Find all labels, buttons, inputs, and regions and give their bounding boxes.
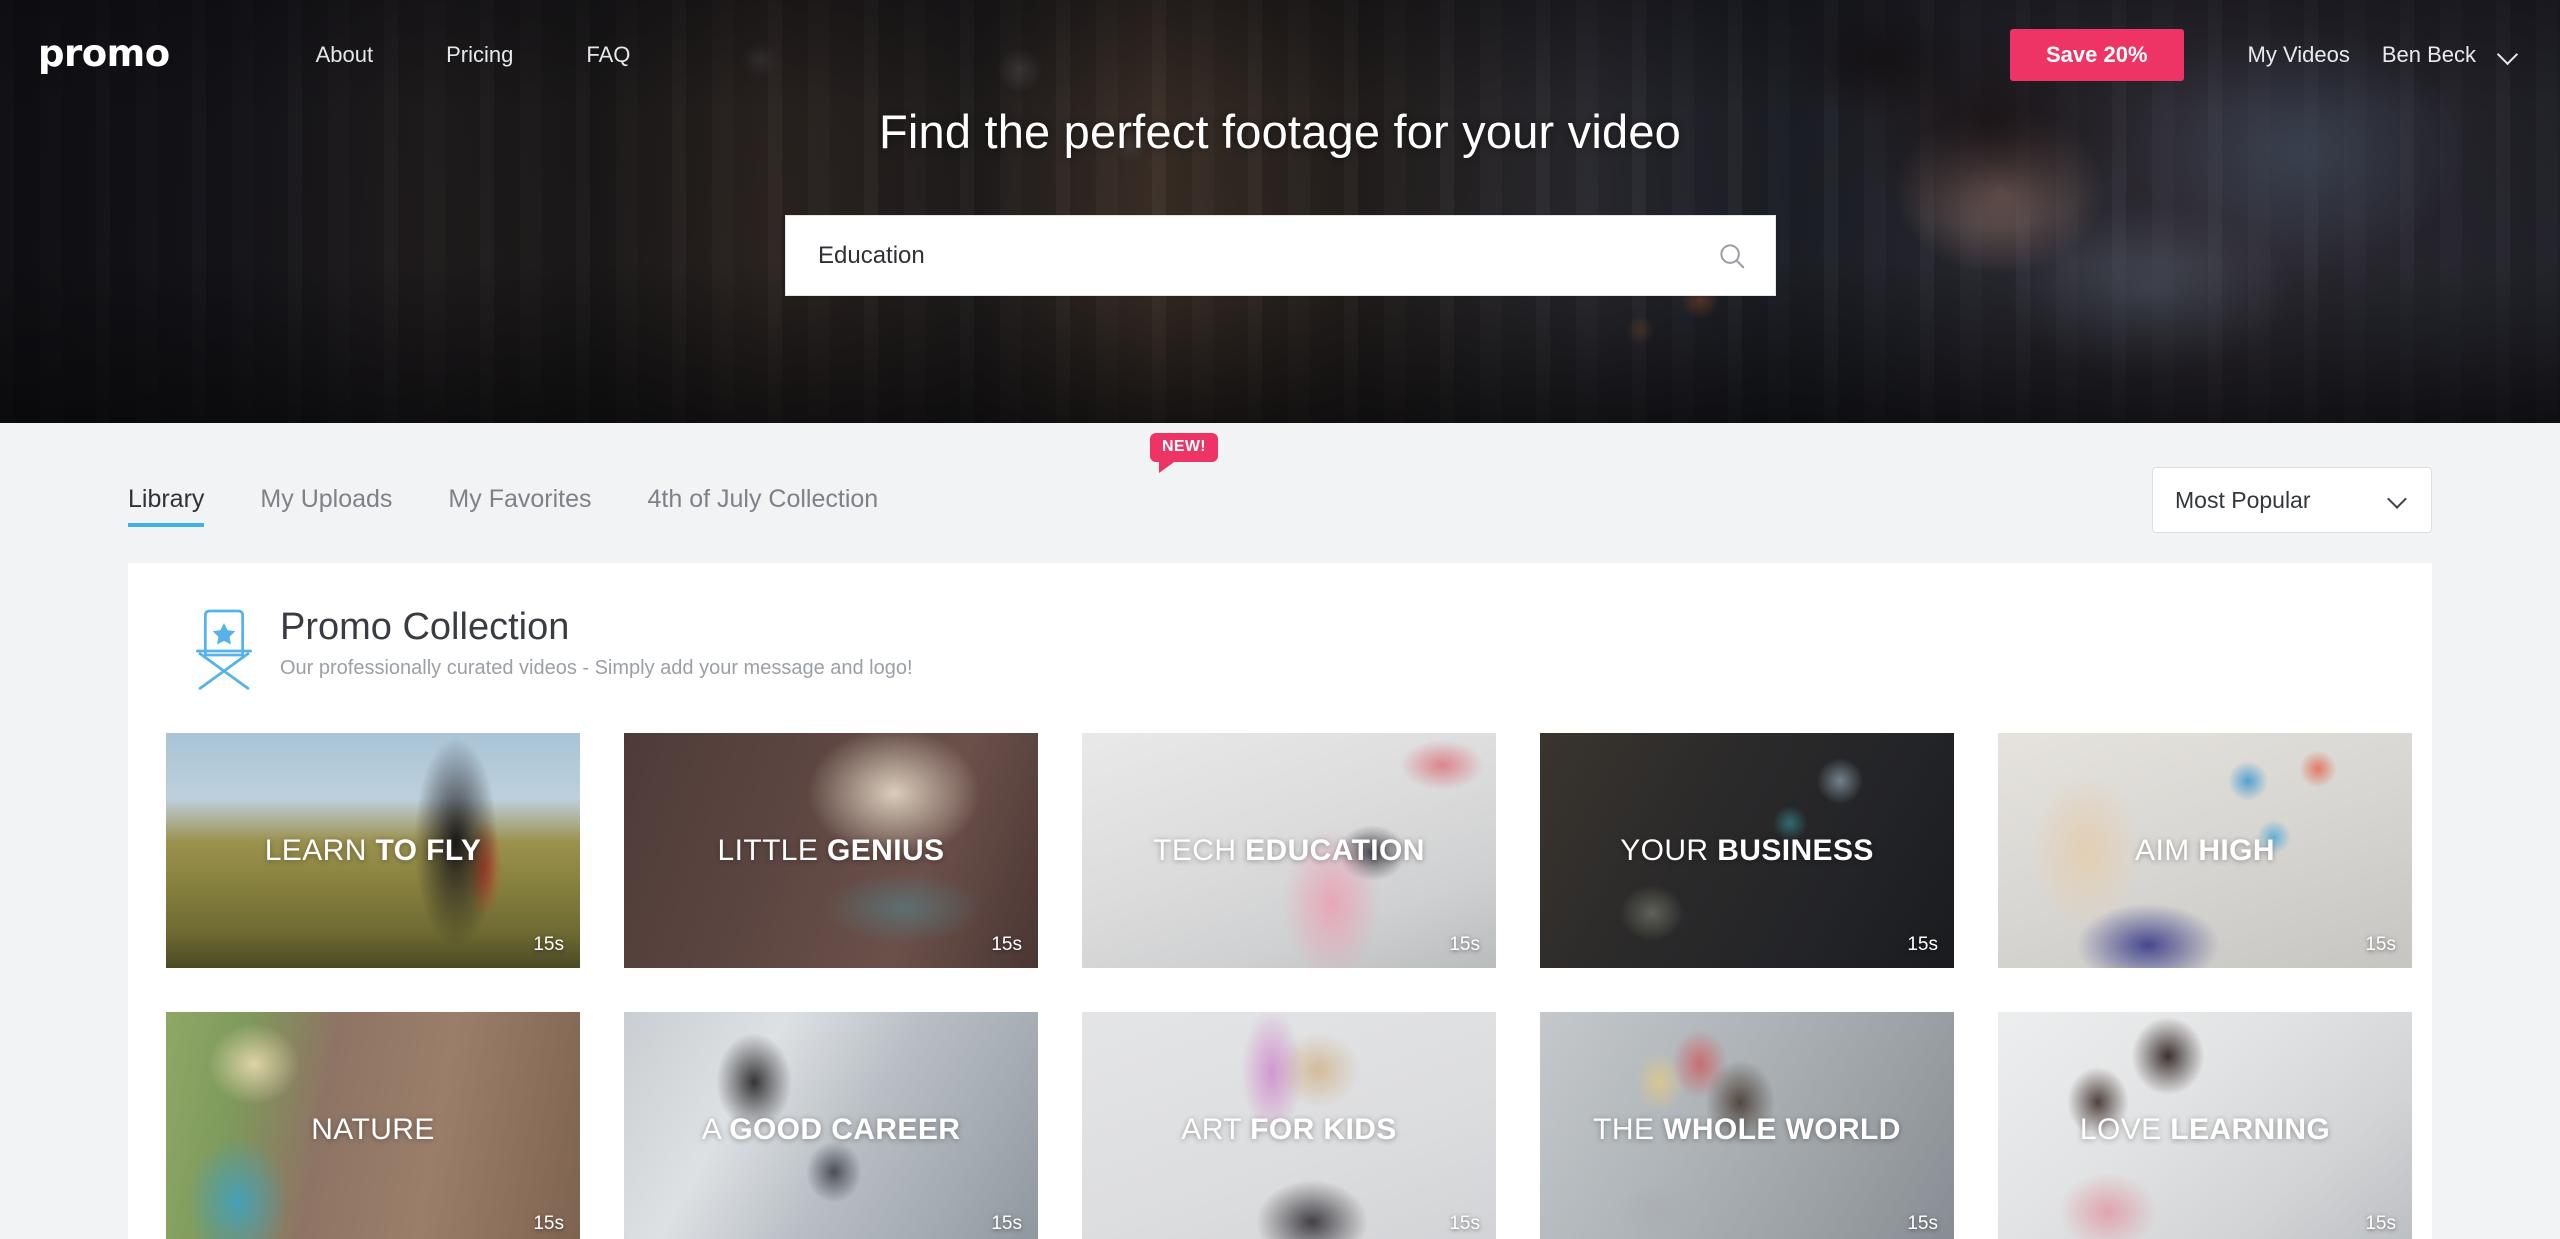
video-duration: 15s <box>1907 1213 1938 1234</box>
sort-dropdown[interactable]: Most Popular <box>2152 467 2432 533</box>
video-duration: 15s <box>1449 934 1480 955</box>
video-card-title: LITTLE GENIUS <box>717 833 945 867</box>
video-card-title: TECH EDUCATION <box>1153 833 1425 867</box>
video-card-title: LOVE LEARNING <box>2079 1112 2331 1146</box>
video-card[interactable]: A GOOD CAREER 15s <box>624 1012 1038 1239</box>
video-card[interactable]: LITTLE GENIUS 15s <box>624 733 1038 968</box>
tab-my-favorites[interactable]: My Favorites <box>448 485 591 527</box>
tab-4th-of-july-collection[interactable]: 4th of July Collection <box>648 485 879 527</box>
tab-list: Library My Uploads My Favorites 4th of J… <box>128 433 1218 563</box>
chevron-down-icon[interactable] <box>2498 44 2520 66</box>
video-card[interactable]: AIM HIGH 15s <box>1998 733 2412 968</box>
video-card-title: THE WHOLE WORLD <box>1593 1112 1901 1146</box>
tabs-toolbar: Library My Uploads My Favorites 4th of J… <box>0 423 2560 563</box>
hero-title: Find the perfect footage for your video <box>878 105 1682 158</box>
collection-header: Promo Collection Our professionally cura… <box>128 606 2432 693</box>
nav-link-about[interactable]: About <box>316 42 374 68</box>
video-duration: 15s <box>1907 934 1938 955</box>
video-duration: 15s <box>533 1213 564 1234</box>
nav-right-group: Save 20% My Videos Ben Beck <box>2009 29 2520 81</box>
video-card[interactable]: LEARN TO FLY 15s <box>166 733 580 968</box>
promo-logo[interactable]: promo <box>38 35 170 72</box>
video-card-title: NATURE <box>311 1112 435 1146</box>
search-box[interactable] <box>785 215 1776 296</box>
award-ribbon-icon <box>195 609 253 690</box>
video-card-title: A GOOD CAREER <box>701 1112 961 1146</box>
video-card[interactable]: ART FOR KIDS 15s <box>1082 1012 1496 1239</box>
nav-user-name[interactable]: Ben Beck <box>2382 42 2476 68</box>
video-duration: 15s <box>1449 1213 1480 1234</box>
nav-link-faq[interactable]: FAQ <box>586 42 630 68</box>
nav-links: About Pricing FAQ <box>316 42 704 68</box>
nav-link-pricing[interactable]: Pricing <box>446 42 513 68</box>
tab-my-uploads[interactable]: My Uploads <box>260 485 392 527</box>
tab-library[interactable]: Library <box>128 485 205 527</box>
search-icon[interactable] <box>1717 241 1747 271</box>
video-card[interactable]: YOUR BUSINESS 15s <box>1540 733 1954 968</box>
nav-link-my-videos[interactable]: My Videos <box>2248 42 2350 68</box>
save-20-percent-button[interactable]: Save 20% <box>2009 29 2184 81</box>
video-duration: 15s <box>991 934 1022 955</box>
chevron-down-icon[interactable] <box>2389 490 2409 510</box>
collection-title: Promo Collection <box>280 606 570 648</box>
promo-collection-panel: Promo Collection Our professionally cura… <box>128 563 2432 1239</box>
search-input[interactable] <box>818 241 1717 270</box>
video-card[interactable]: TECH EDUCATION 15s <box>1082 733 1496 968</box>
top-navigation-bar: promo About Pricing FAQ Save 20% My Vide… <box>0 0 2560 110</box>
sort-selected-value: Most Popular <box>2175 486 2311 513</box>
video-grid: LEARN TO FLY 15s LITTLE GENIUS 15s TECH EDUC… <box>128 733 2432 1239</box>
video-card-title: LEARN TO FLY <box>264 833 482 867</box>
video-duration: 15s <box>991 1213 1022 1234</box>
video-card-title: AIM HIGH <box>2135 833 2275 867</box>
video-duration: 15s <box>533 934 564 955</box>
video-duration: 15s <box>2365 1213 2396 1234</box>
video-duration: 15s <box>2365 934 2396 955</box>
collection-subtitle: Our professionally curated videos - Simp… <box>280 657 913 680</box>
collection-header-text: Promo Collection Our professionally cura… <box>280 606 913 680</box>
video-card-title: YOUR BUSINESS <box>1620 833 1874 867</box>
new-badge: NEW! <box>1150 433 1218 473</box>
main-content: Library My Uploads My Favorites 4th of J… <box>0 423 2560 1239</box>
video-card-title: ART FOR KIDS <box>1181 1112 1397 1146</box>
hero-banner: promo About Pricing FAQ Save 20% My Vide… <box>0 0 2560 423</box>
video-card[interactable]: THE WHOLE WORLD 15s <box>1540 1012 1954 1239</box>
video-card[interactable]: LOVE LEARNING 15s <box>1998 1012 2412 1239</box>
video-card[interactable]: NATURE 15s <box>166 1012 580 1239</box>
